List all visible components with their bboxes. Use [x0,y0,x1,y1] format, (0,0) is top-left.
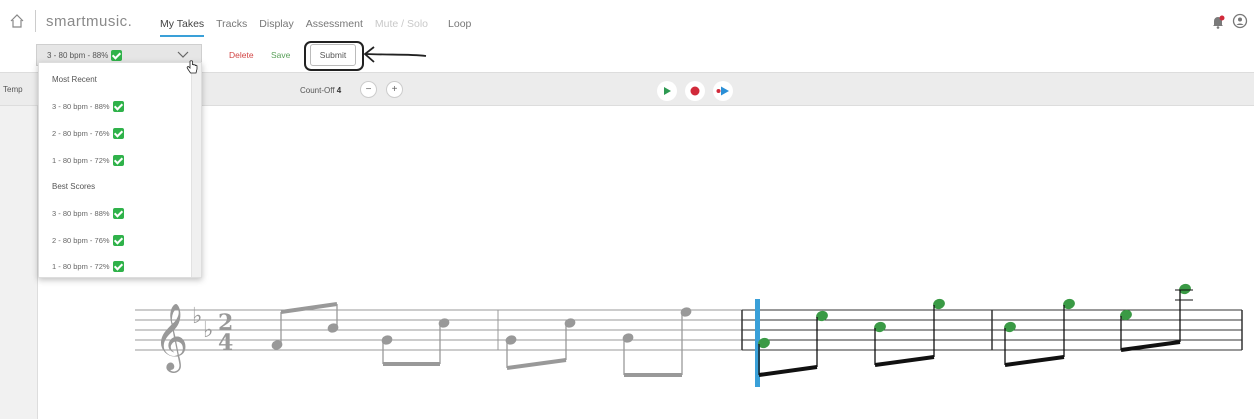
music-score: 𝄞 ♭ ♭ 2 4 [135,283,1243,387]
home-button[interactable] [4,8,30,34]
record-icon [690,86,700,96]
tab-tracks[interactable]: Tracks [216,18,247,37]
flat-icon: ♭ [192,304,202,329]
play-button[interactable] [657,81,677,101]
measure-3 [758,298,945,377]
tab-mute-solo[interactable]: Mute / Solo [375,18,428,37]
hand-cursor-icon [186,60,198,74]
most-recent-header: Most Recent [52,75,97,84]
home-icon [10,14,24,28]
app-window: smartmusic. My Takes Tracks Display Asse… [0,0,1254,419]
record-play-button[interactable] [713,81,733,101]
dropdown-item-label: 1 - 80 bpm - 72% [52,262,110,271]
dropdown-item-label: 2 - 80 bpm - 76% [52,129,110,138]
dropdown-item-label: 2 - 80 bpm - 76% [52,236,110,245]
check-icon [112,101,124,112]
annotation-circle [304,41,364,71]
play-icon [664,87,671,95]
dropdown-item-best-1[interactable]: 3 - 80 bpm - 88% [52,208,124,219]
tab-assessment[interactable]: Assessment [306,18,363,37]
record-button[interactable] [685,81,705,101]
check-icon [111,49,123,61]
account-button[interactable] [1232,13,1248,29]
check-icon [112,208,124,219]
measure-2 [505,307,692,377]
tempo-label: Temp [3,85,23,94]
check-icon [112,235,124,246]
countoff-label: Count-Off 4 [300,86,341,95]
measure-4 [1004,283,1193,367]
chevron-down-icon [177,51,189,58]
dropdown-item-label: 3 - 80 bpm - 88% [52,209,110,218]
brand-logo: smartmusic. [46,13,133,30]
countoff-decrease-button[interactable]: − [360,81,377,98]
countoff-text: Count-Off [300,86,335,95]
countoff-increase-button[interactable]: + [386,81,403,98]
dropdown-item-label: 3 - 80 bpm - 88% [52,102,110,111]
user-icon [1232,13,1248,29]
nav-tabs: My Takes Tracks Display Assessment Mute … [160,18,483,37]
dropdown-item-recent-3[interactable]: 1 - 80 bpm - 72% [52,155,124,166]
check-icon [112,155,124,166]
bell-icon [1213,15,1225,29]
take-select-value: 3 - 80 bpm - 88% [47,50,109,60]
top-navigation: smartmusic. My Takes Tracks Display Asse… [0,0,1254,40]
record-play-icon [716,86,729,96]
flat-icon: ♭ [203,318,213,343]
notifications-button[interactable] [1210,14,1226,30]
measure-1 [271,302,450,366]
annotation-arrow-icon [363,46,427,63]
time-signature-bottom: 4 [218,330,233,356]
dropdown-item-best-2[interactable]: 2 - 80 bpm - 76% [52,235,124,246]
tab-my-takes[interactable]: My Takes [160,18,205,37]
check-icon [112,261,124,272]
tab-loop[interactable]: Loop [448,18,471,37]
takes-dropdown-menu: Most Recent 3 - 80 bpm - 88% 2 - 80 bpm … [38,62,202,278]
treble-clef-icon: 𝄞 [154,302,188,373]
check-icon [112,128,124,139]
dropdown-scrollbar[interactable] [191,63,201,277]
countoff-value: 4 [336,86,342,95]
dropdown-item-best-3[interactable]: 1 - 80 bpm - 72% [52,261,124,272]
delete-button[interactable]: Delete [229,50,254,60]
dropdown-item-label: 1 - 80 bpm - 72% [52,156,110,165]
best-scores-header: Best Scores [52,182,96,191]
tab-display[interactable]: Display [259,18,293,37]
left-rail [0,106,38,419]
dropdown-item-recent-2[interactable]: 2 - 80 bpm - 76% [52,128,124,139]
dropdown-item-recent-1[interactable]: 3 - 80 bpm - 88% [52,101,124,112]
nav-divider [35,10,36,32]
save-button[interactable]: Save [271,50,290,60]
